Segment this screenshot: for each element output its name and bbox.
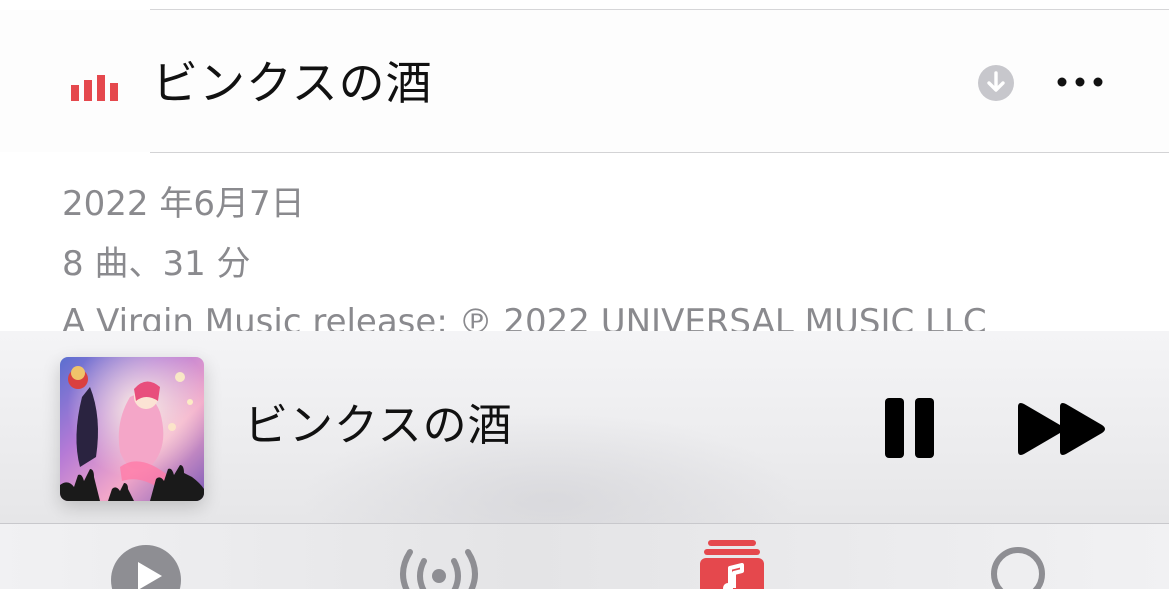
release-date: 2022 年6月7日 xyxy=(62,184,305,224)
search-icon[interactable] xyxy=(988,544,1050,589)
fast-forward-icon[interactable] xyxy=(1014,401,1110,457)
play-circle-icon[interactable] xyxy=(110,544,182,589)
library-icon[interactable] xyxy=(700,540,764,589)
tab-bar xyxy=(0,524,1169,589)
download-icon[interactable] xyxy=(977,64,1015,102)
row-divider xyxy=(150,152,1169,153)
radio-icon[interactable] xyxy=(392,544,486,589)
track-title: ビンクスの酒 xyxy=(152,56,433,110)
album-artwork[interactable] xyxy=(60,357,204,501)
mini-player[interactable]: ビンクスの酒 xyxy=(0,331,1169,591)
track-count: 8 曲、31 分 xyxy=(62,244,251,284)
pause-icon[interactable] xyxy=(884,397,936,459)
mini-player-title: ビンクスの酒 xyxy=(244,400,513,451)
more-icon[interactable] xyxy=(1056,72,1104,92)
album-artwork-image xyxy=(60,357,204,501)
equalizer-icon xyxy=(71,75,118,101)
